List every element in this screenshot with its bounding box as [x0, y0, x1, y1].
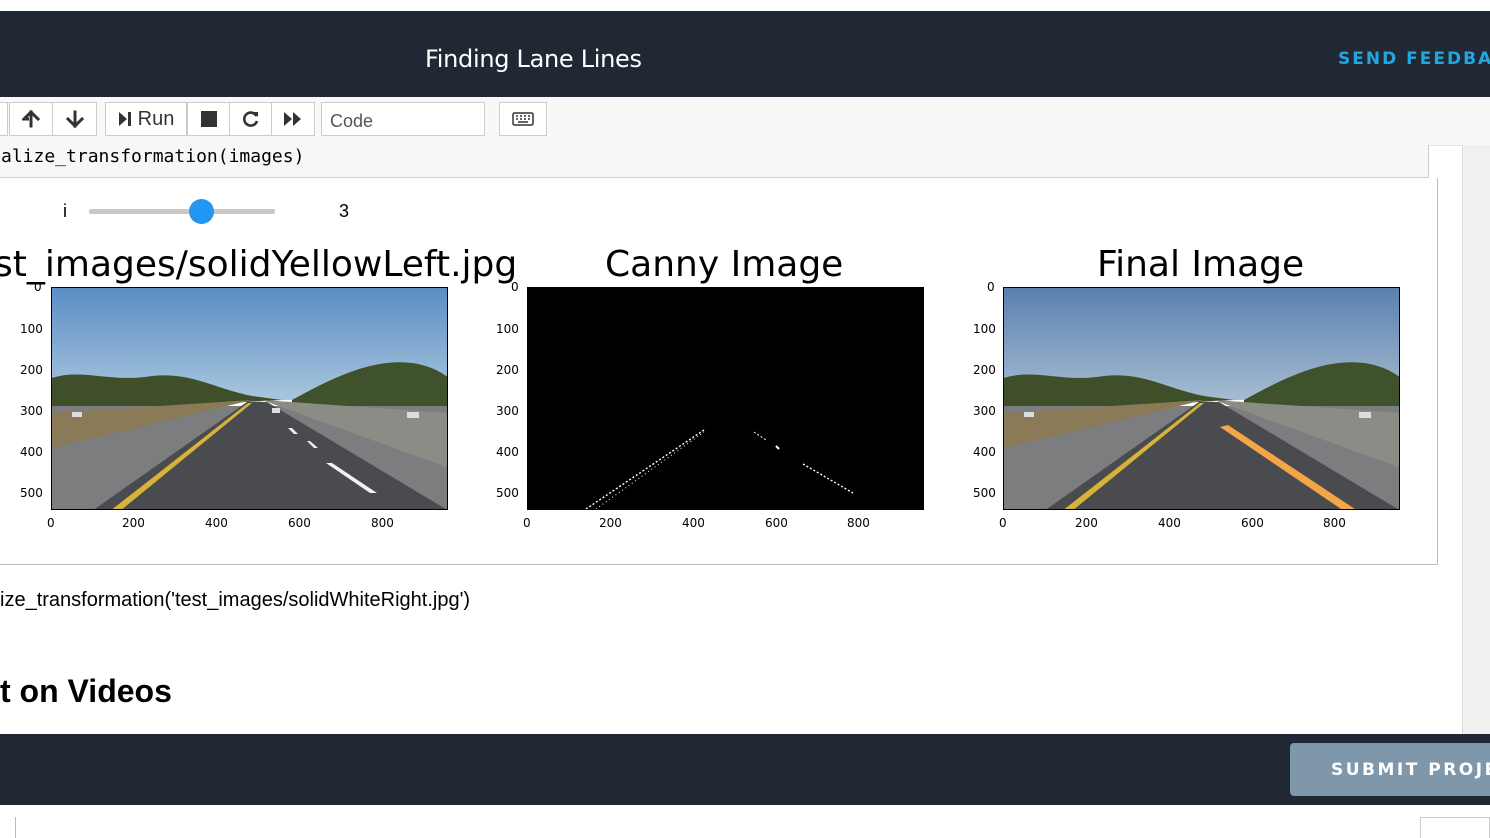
page-title: Finding Lane Lines	[425, 45, 642, 73]
cell-type-value: Code	[330, 111, 374, 131]
bottom-divider	[15, 817, 16, 838]
submit-project-label: SUBMIT PROJE	[1331, 760, 1490, 780]
interrupt-button[interactable]	[187, 102, 230, 136]
slider-value: 3	[339, 201, 350, 221]
markdown-code-text: ize_transformation('test_images/solidWhi…	[0, 589, 471, 611]
arrow-down-icon	[65, 110, 84, 128]
slider-handle[interactable]	[189, 199, 214, 224]
slider-label: i	[63, 201, 67, 221]
xtick: 600	[288, 516, 311, 530]
xtick: 600	[765, 516, 788, 530]
xtick: 0	[999, 516, 1007, 530]
xtick: 400	[682, 516, 705, 530]
xtick: 800	[1323, 516, 1346, 530]
notebook-toolbar: Run Code	[0, 97, 1490, 146]
final-image	[1003, 287, 1400, 510]
ytick: 0	[987, 280, 995, 294]
section-heading: t on Videos	[0, 673, 172, 709]
xtick: 600	[1241, 516, 1264, 530]
ytick: 400	[973, 445, 996, 459]
ytick: 0	[511, 280, 519, 294]
ytick: 100	[20, 322, 43, 336]
xtick: 400	[205, 516, 228, 530]
arrow-up-icon	[22, 110, 40, 128]
xtick: 0	[47, 516, 55, 530]
xtick: 800	[371, 516, 394, 530]
xtick: 400	[1158, 516, 1181, 530]
bottom-tab[interactable]	[1420, 817, 1490, 838]
code-cell[interactable]: alize_transformation(images)	[0, 145, 1429, 178]
keyboard-icon	[512, 112, 534, 126]
xtick: 200	[122, 516, 145, 530]
ytick: 0	[34, 280, 42, 294]
ytick: 500	[973, 486, 996, 500]
fast-forward-icon	[284, 112, 301, 126]
edge-image	[585, 429, 854, 509]
xtick: 200	[1075, 516, 1098, 530]
move-down-button[interactable]	[52, 102, 97, 136]
vertical-scrollbar[interactable]	[1462, 145, 1490, 734]
road-photo	[52, 288, 447, 509]
submit-project-button[interactable]: SUBMIT PROJE	[1290, 743, 1490, 796]
ytick: 100	[973, 322, 996, 336]
footer-bar	[0, 734, 1490, 805]
plot-title-final: Final Image	[1097, 244, 1305, 285]
ytick: 400	[496, 445, 519, 459]
ytick: 300	[20, 404, 43, 418]
ytick: 200	[20, 363, 43, 377]
run-button-label: Run	[137, 107, 175, 130]
road-photo-annotated	[1004, 288, 1399, 509]
step-forward-icon	[118, 112, 131, 126]
plot-title-original: st_images/solidYellowLeft.jpg	[0, 244, 518, 285]
ytick: 400	[20, 445, 43, 459]
refresh-icon	[242, 111, 258, 127]
restart-run-all-button[interactable]	[271, 102, 315, 136]
plot-title-canny: Canny Image	[605, 244, 844, 285]
xtick: 0	[523, 516, 531, 530]
cell-type-select[interactable]: Code	[321, 102, 485, 136]
xtick: 800	[847, 516, 870, 530]
app-header: Finding Lane Lines SEND FEEDBA	[0, 11, 1490, 97]
stop-icon	[200, 111, 217, 127]
ytick: 200	[973, 363, 996, 377]
top-strip	[0, 0, 1490, 11]
slider-track[interactable]	[89, 209, 275, 214]
command-palette-button[interactable]	[499, 102, 547, 136]
bottom-bar	[0, 805, 1490, 838]
move-up-button[interactable]	[9, 102, 53, 136]
canny-image	[527, 287, 924, 510]
xtick: 200	[599, 516, 622, 530]
restart-button[interactable]	[229, 102, 272, 136]
ytick: 300	[973, 404, 996, 418]
original-image	[51, 287, 448, 510]
ytick: 500	[20, 486, 43, 500]
code-line: alize_transformation(images)	[1, 146, 305, 167]
ytick: 300	[496, 404, 519, 418]
run-button[interactable]: Run	[105, 102, 187, 136]
send-feedback-link[interactable]: SEND FEEDBA	[1338, 49, 1490, 69]
ytick: 500	[496, 486, 519, 500]
toolbar-button-partial[interactable]	[0, 102, 8, 136]
ytick: 100	[496, 322, 519, 336]
ytick: 200	[496, 363, 519, 377]
